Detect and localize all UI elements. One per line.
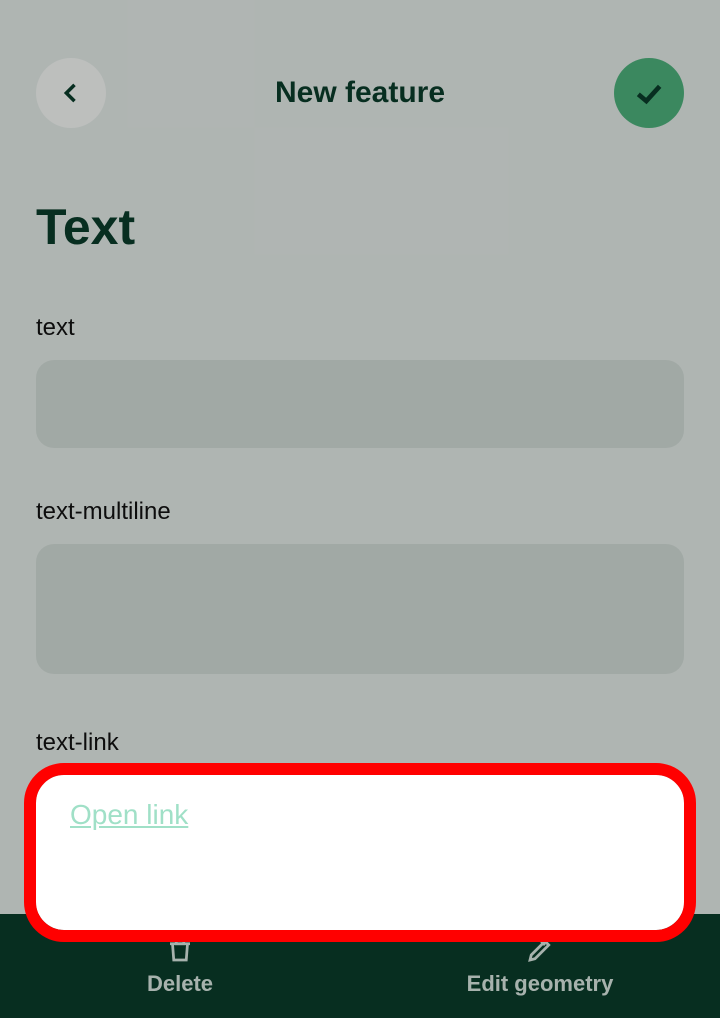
content-area: Text text text-multiline text-link Open … [0, 128, 720, 930]
header: New feature [0, 0, 720, 128]
section-title: Text [36, 198, 684, 256]
text-input[interactable] [36, 360, 684, 448]
chevron-left-icon [57, 79, 85, 107]
trash-icon [165, 935, 195, 965]
text-multiline-input[interactable] [36, 544, 684, 674]
page-title: New feature [275, 76, 445, 110]
open-link[interactable]: Open link [70, 799, 188, 830]
multiline-field-label: text-multiline [36, 498, 684, 526]
text-link-container: Open link [36, 775, 684, 930]
edit-geometry-label: Edit geometry [467, 971, 614, 997]
check-icon [633, 77, 665, 109]
link-field-label: text-link [36, 729, 684, 757]
delete-label: Delete [147, 971, 213, 997]
highlight-border [24, 763, 696, 942]
pencil-icon [525, 935, 555, 965]
back-button[interactable] [36, 58, 106, 128]
text-field-label: text [36, 314, 684, 342]
confirm-button[interactable] [614, 58, 684, 128]
